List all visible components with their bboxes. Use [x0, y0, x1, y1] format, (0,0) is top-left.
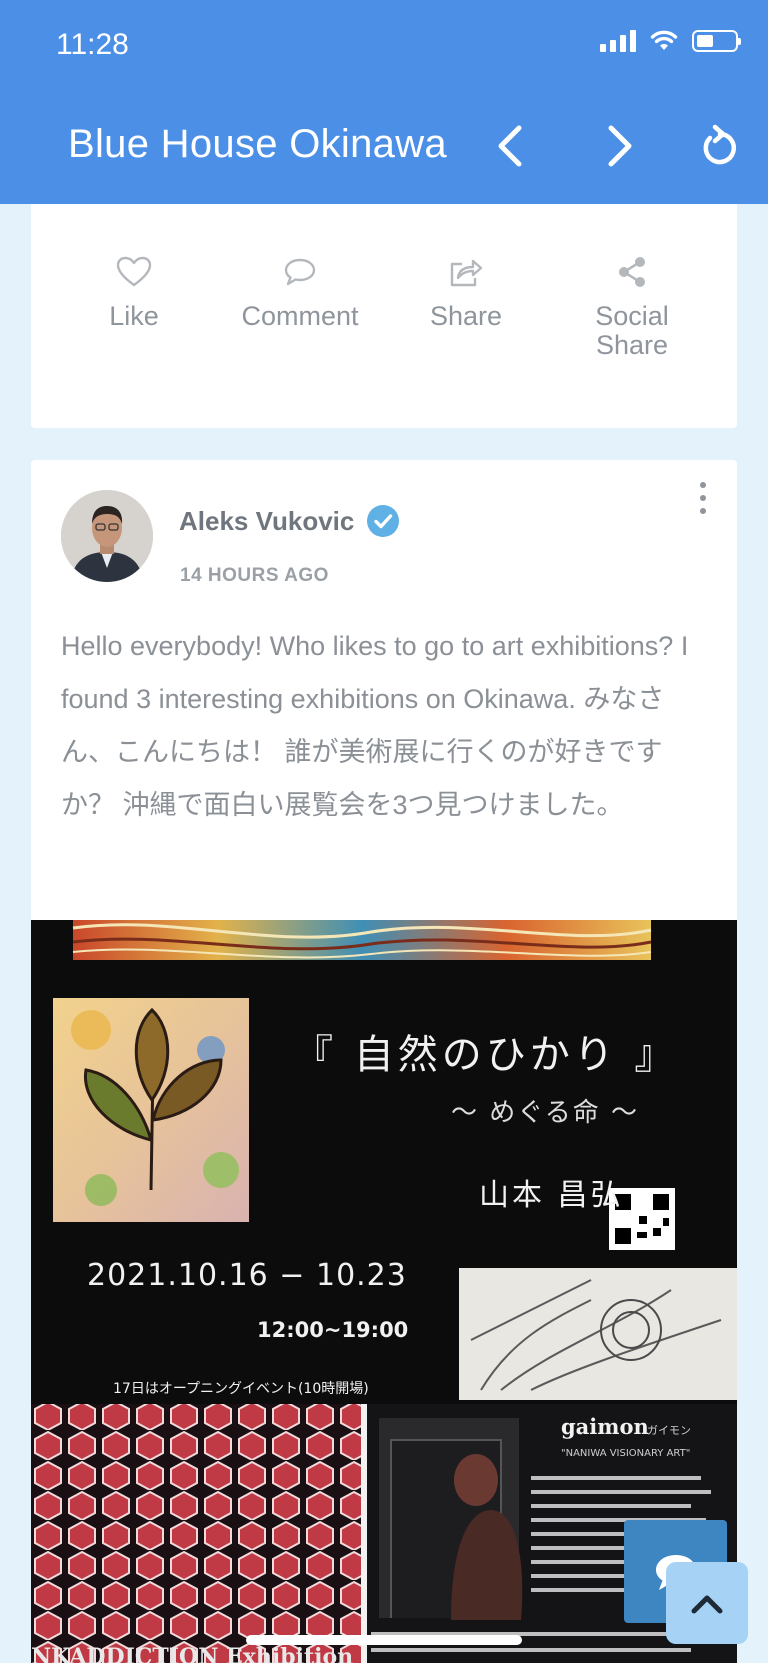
comment-label: Comment	[241, 301, 359, 331]
poster-dates: 2021.10.16 − 10.23	[87, 1258, 407, 1293]
poster-second-tagline: "NANIWA VISIONARY ART"	[561, 1448, 691, 1459]
comment-icon	[284, 258, 316, 286]
battery-icon	[692, 30, 741, 52]
post-timestamp: 14 HOURS AGO	[180, 565, 329, 586]
app-header: 11:28 Blue House Okinawa	[0, 0, 768, 204]
poster-hours: 12:00~19:00	[257, 1318, 409, 1342]
poster-title: 『 自然のひかり 』	[293, 1032, 679, 1078]
poster-artist: 山本 昌弘	[479, 1178, 624, 1213]
avatar-photo	[61, 490, 153, 582]
forward-button[interactable]	[596, 120, 644, 172]
post-body-text: Hello everybody! Who likes to go to art …	[61, 631, 689, 820]
share-label: Share	[429, 301, 503, 331]
post-card: Aleks Vukovic 14 HOURS AGO Hello everybo…	[31, 460, 737, 1663]
wifi-icon	[650, 30, 678, 50]
poster-subtitle: 〜 めぐる命 〜	[451, 1098, 640, 1128]
post-author[interactable]: Aleks Vukovic	[179, 504, 400, 538]
comment-button[interactable]: Comment	[215, 252, 385, 331]
chevron-right-icon	[608, 125, 632, 167]
poster-note: 17日はオープニングイベント(10時開場)	[113, 1381, 369, 1397]
page-title: Blue House Okinawa	[68, 122, 447, 166]
chevron-up-icon	[691, 1595, 723, 1614]
author-name[interactable]: Aleks Vukovic	[179, 506, 354, 537]
cellular-signal-icon	[600, 30, 636, 52]
home-indicator	[246, 1635, 522, 1645]
avatar[interactable]	[61, 490, 153, 582]
reload-button[interactable]	[694, 120, 742, 172]
social-share-button[interactable]: Social Share	[547, 252, 717, 360]
more-options-icon[interactable]	[697, 482, 709, 514]
chevron-left-icon	[498, 125, 522, 167]
social-share-label: Social Share	[595, 301, 669, 360]
scroll-to-top-button[interactable]	[666, 1562, 748, 1644]
previous-post-actions: Like Comment Share Social Share	[31, 204, 737, 428]
verified-badge-icon	[367, 505, 400, 537]
like-button[interactable]: Like	[49, 252, 219, 331]
poster-second-artist-kana: ガイモン	[647, 1424, 691, 1437]
status-icons	[600, 30, 741, 52]
share-icon	[450, 259, 483, 287]
reload-icon	[703, 124, 737, 165]
social-share-icon	[619, 257, 645, 287]
like-label: Like	[109, 301, 159, 331]
poster-second-artist: gaimon	[561, 1414, 649, 1439]
back-button[interactable]	[486, 120, 534, 172]
poster-third-title: NKADDICTION Exhibition	[31, 1644, 354, 1663]
status-time: 11:28	[56, 28, 129, 61]
heart-icon	[116, 256, 152, 287]
share-button[interactable]: Share	[381, 252, 551, 331]
